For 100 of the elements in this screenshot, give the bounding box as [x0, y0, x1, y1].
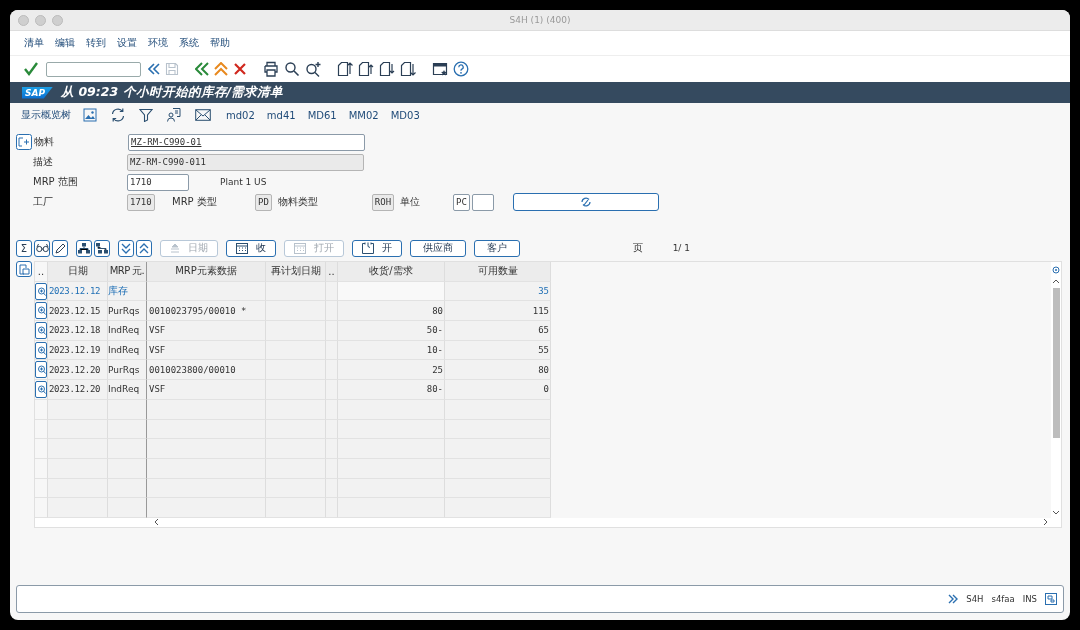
- double-chevron-left-icon[interactable]: [148, 62, 160, 76]
- toolbar-button[interactable]: 开: [352, 239, 402, 257]
- collapse-tree-button[interactable]: [94, 239, 110, 257]
- cancel-icon[interactable]: [233, 62, 247, 76]
- table-cell: 0: [445, 380, 551, 400]
- material-type-field: ROH: [371, 193, 395, 211]
- scroll-down-button[interactable]: [118, 239, 134, 257]
- previous-page-icon[interactable]: [358, 61, 374, 77]
- print-icon[interactable]: [263, 61, 279, 77]
- field-label: 单位: [400, 195, 422, 209]
- edit-icon: [579, 196, 592, 208]
- table-cell: [108, 478, 147, 499]
- unit-field[interactable]: PC: [453, 193, 470, 211]
- scroll-up-icon[interactable]: [1052, 278, 1060, 284]
- new-window-icon[interactable]: [432, 61, 448, 77]
- command-field[interactable]: [46, 61, 141, 77]
- table-cell: [108, 498, 147, 518]
- table-cell: PurRqs: [108, 360, 147, 381]
- table-cell: 2023.12.20: [48, 380, 108, 400]
- table-cell: IndReq: [108, 380, 147, 400]
- table-cell: 0010023795/00010 *: [147, 301, 266, 322]
- column-header[interactable]: MRP元素数据: [147, 262, 266, 282]
- menu-item[interactable]: 转到: [86, 36, 106, 50]
- image-icon[interactable]: [83, 108, 97, 122]
- glasses-icon: [35, 243, 49, 253]
- sort-icon: [170, 243, 180, 253]
- first-page-icon[interactable]: [337, 61, 353, 77]
- table-cell: [48, 478, 108, 499]
- refresh-icon[interactable]: [110, 107, 126, 123]
- hierarchy-icon: [96, 242, 108, 254]
- sum-button[interactable]: Σ: [16, 239, 32, 257]
- input-field[interactable]: [471, 193, 494, 211]
- table-cell: 2023.12.20: [48, 360, 108, 381]
- transaction-link[interactable]: MM02: [348, 109, 379, 121]
- transaction-link[interactable]: md02: [226, 109, 255, 121]
- zoom-icon: [36, 365, 46, 375]
- table-cell: [48, 399, 108, 420]
- user-list-icon[interactable]: [166, 107, 182, 123]
- scroll-down-icon[interactable]: [1052, 509, 1060, 516]
- menu-item[interactable]: 清单: [24, 36, 44, 50]
- scrollbar-thumb[interactable]: [1052, 288, 1060, 438]
- column-header[interactable]: MRP 元.: [108, 262, 147, 282]
- layout-icon[interactable]: [1045, 593, 1057, 605]
- table-cell: 库存: [108, 281, 147, 302]
- status-item: INS: [1022, 594, 1037, 604]
- field-label: 描述: [32, 155, 54, 169]
- last-page-icon[interactable]: [400, 61, 416, 77]
- hierarchy-icon: [78, 242, 90, 254]
- scroll-up-button[interactable]: [136, 239, 152, 257]
- table-cell: [266, 498, 326, 518]
- table-cell: [48, 419, 108, 440]
- mrp-type-field: PD: [255, 193, 272, 211]
- column-header[interactable]: 日期: [48, 262, 108, 282]
- page-number: 1/ 1: [672, 243, 690, 253]
- toolbar-button[interactable]: 供应商: [410, 239, 466, 257]
- menu-item[interactable]: 系统: [179, 36, 199, 50]
- next-page-icon[interactable]: [379, 61, 395, 77]
- check-icon[interactable]: [23, 61, 39, 77]
- toolbar-button[interactable]: 收: [226, 239, 276, 257]
- mail-icon[interactable]: [195, 109, 211, 121]
- menu-item[interactable]: 环境: [148, 36, 168, 50]
- column-header[interactable]: ..: [326, 262, 338, 282]
- show-overview-tree-button[interactable]: 显示概览树: [21, 108, 71, 122]
- mrp-area-field[interactable]: 1710: [127, 173, 189, 191]
- double-chevron-right-icon[interactable]: [948, 594, 959, 604]
- change-button[interactable]: [512, 193, 659, 211]
- table-cell: 115: [445, 301, 551, 322]
- search-next-icon[interactable]: [305, 61, 321, 77]
- double-chevron-up-icon: [139, 242, 149, 254]
- column-header[interactable]: 可用数量: [445, 262, 551, 282]
- details-button[interactable]: [34, 239, 50, 257]
- transaction-link[interactable]: md41: [266, 109, 296, 121]
- help-icon[interactable]: [453, 61, 469, 77]
- expand-tree-button[interactable]: [76, 239, 92, 257]
- column-header[interactable]: ..: [35, 262, 48, 282]
- search-icon[interactable]: [284, 61, 300, 77]
- settings-icon[interactable]: [1052, 266, 1060, 274]
- menu-item[interactable]: 编辑: [55, 36, 75, 50]
- table-cell: 50-: [338, 321, 445, 341]
- transaction-link[interactable]: MD61: [307, 109, 337, 121]
- material-tree-icon[interactable]: [16, 134, 32, 150]
- filter-icon[interactable]: [139, 108, 153, 122]
- up-icon[interactable]: [214, 62, 228, 76]
- table-cell: 80: [338, 301, 445, 322]
- material-field[interactable]: MZ-RM-C990-01: [128, 133, 365, 151]
- menu-item[interactable]: 设置: [117, 36, 137, 50]
- edit-button[interactable]: [52, 239, 68, 257]
- scroll-right-icon[interactable]: [1043, 518, 1049, 527]
- menu-item[interactable]: 帮助: [210, 36, 230, 50]
- layout-button[interactable]: [16, 261, 32, 277]
- page-label: 页: [632, 241, 643, 255]
- column-header[interactable]: 收货/需求: [338, 262, 445, 282]
- toolbar-button[interactable]: 客户: [474, 239, 520, 257]
- status-item: S4H: [966, 594, 984, 604]
- transaction-link[interactable]: MD03: [390, 109, 420, 121]
- table-cell: [326, 301, 338, 322]
- column-header[interactable]: 再计划日期: [266, 262, 326, 282]
- scroll-left-icon[interactable]: [153, 518, 159, 527]
- table-cell: IndReq: [108, 321, 147, 341]
- back-icon[interactable]: [195, 62, 209, 76]
